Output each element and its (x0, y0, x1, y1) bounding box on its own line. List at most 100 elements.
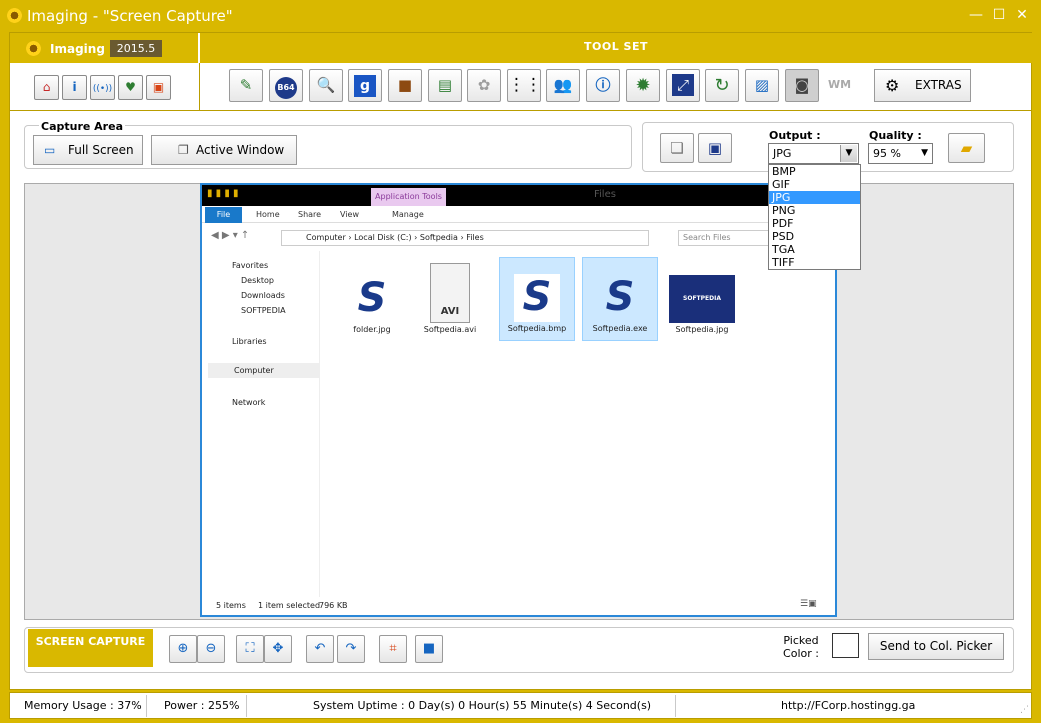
output-option-selected[interactable]: JPG (769, 191, 860, 204)
close-button[interactable]: ✕ (1011, 6, 1033, 24)
heart-button[interactable]: ♥ (118, 75, 143, 100)
view-toggle-icon[interactable]: ☰▣ (800, 599, 817, 609)
stop-button[interactable]: ■ (415, 635, 443, 663)
nav-libraries[interactable]: Libraries (232, 337, 267, 346)
resize-icon: ⤢ (672, 74, 694, 96)
zoom-out-button[interactable]: ⊖ (197, 635, 225, 663)
output-option[interactable]: PDF (769, 217, 860, 230)
extras-label: EXTRAS (915, 78, 962, 92)
toolbox-icon: ▣ (152, 80, 165, 94)
ribbon-file-tab[interactable]: File (205, 207, 242, 223)
active-window-button[interactable]: ❐ Active Window (151, 135, 297, 165)
title-bar: Imaging - "Screen Capture" — ☐ ✕ (0, 0, 1041, 32)
color-picker-tool[interactable]: ✎ (229, 69, 263, 102)
address-bar[interactable]: Computer › Local Disk (C:) › Softpedia ›… (281, 230, 649, 246)
grid-tool[interactable]: ⋮⋮⋮ (507, 69, 559, 102)
ribbon-manage-tab[interactable]: Manage (392, 210, 424, 219)
save-button[interactable]: ▣ (698, 133, 732, 163)
open-folder-button[interactable]: ▰ (948, 133, 985, 163)
info-button[interactable]: i (62, 75, 87, 100)
output-select[interactable]: JPG ▼ (768, 143, 859, 164)
ribbon-view-tab[interactable]: View (340, 210, 359, 219)
quality-chevron-down-icon[interactable]: ▼ (921, 144, 928, 163)
toolset-title: TOOL SET (200, 33, 1032, 63)
google-tool[interactable]: g (348, 69, 382, 102)
crop-icon: ⌗ (389, 641, 397, 656)
zoom-out-icon: ⊖ (205, 641, 217, 656)
resize-grip-icon[interactable]: ⋰ (1020, 705, 1029, 715)
zoom-in-button[interactable]: ⊕ (169, 635, 197, 663)
copy-button[interactable]: ❏ (660, 133, 694, 163)
settings-tool[interactable]: ✹ (626, 69, 660, 102)
send-to-color-picker-button[interactable]: Send to Col. Picker (868, 633, 1004, 660)
resize-tool[interactable]: ⤢ (666, 69, 700, 102)
quality-select[interactable]: 95 % ▼ (868, 143, 933, 164)
folder-icon: ▰ (960, 139, 973, 157)
nav-downloads[interactable]: Downloads (241, 291, 285, 300)
homepage-link[interactable]: http://FCorp.hostingg.ga (781, 699, 915, 712)
picked-color-swatch (832, 633, 859, 658)
output-option[interactable]: TGA (769, 243, 860, 256)
image-convert-tool[interactable]: ▤ (428, 69, 462, 102)
file-item-bmp[interactable]: S Softpedia.bmp (499, 257, 575, 341)
output-option[interactable]: BMP (769, 165, 860, 178)
main-panel: Imaging 2015.5 TOOL SET ⌂ i ((•)) ♥ ▣ ✎ … (9, 32, 1032, 690)
crumb-softpedia[interactable]: Softpedia (420, 233, 458, 242)
output-option[interactable]: TIFF (769, 256, 860, 269)
output-option[interactable]: GIF (769, 178, 860, 191)
redo-button[interactable]: ↷ (337, 635, 365, 663)
quality-label: Quality : (869, 129, 922, 142)
minimize-button[interactable]: — (965, 6, 987, 24)
full-screen-button[interactable]: ▭ Full Screen (33, 135, 143, 165)
tools-button[interactable]: ▣ (146, 75, 171, 100)
package-tool[interactable]: ■ (388, 69, 422, 102)
users-tool[interactable]: 👥 (546, 69, 580, 102)
base64-tool[interactable]: B64 (269, 69, 303, 102)
crop-button[interactable]: ⌗ (379, 635, 407, 663)
landscape-tool[interactable]: ▨ (745, 69, 779, 102)
application-tools-tab[interactable]: Application Tools (371, 188, 446, 206)
window-icon: ❐ (178, 143, 189, 157)
output-option[interactable]: PNG (769, 204, 860, 217)
fit-button[interactable]: ⛶ (236, 635, 264, 663)
softpedia-s-icon: S (514, 274, 560, 322)
nav-arrows-icon[interactable]: ◀ ▶ ▾ ↑ (211, 230, 249, 241)
softpedia-s-icon: S (349, 275, 395, 323)
ribbon-share-tab[interactable]: Share (298, 210, 321, 219)
info-circle-icon: ⓘ (595, 76, 611, 94)
nav-network[interactable]: Network (232, 398, 265, 407)
file-item-exe[interactable]: S Softpedia.exe (582, 257, 658, 341)
file-item-avi[interactable]: AVI Softpedia.avi (420, 263, 480, 337)
nav-desktop[interactable]: Desktop (241, 276, 274, 285)
nav-computer[interactable]: Computer (208, 363, 320, 378)
magnifier-tool[interactable]: 🔍 (309, 69, 343, 102)
chevron-down-icon[interactable]: ▼ (840, 145, 857, 162)
file-item-folder-jpg[interactable]: S folder.jpg (342, 275, 402, 337)
actual-size-button[interactable]: ✥ (264, 635, 292, 663)
explorer-quickaccess-icon: ▮ ▮ ▮ ▮ (207, 188, 239, 199)
undo-button[interactable]: ↶ (306, 635, 334, 663)
output-dropdown: BMP GIF JPG PNG PDF PSD TGA TIFF (768, 164, 861, 270)
nav-favorites[interactable]: Favorites (232, 261, 268, 270)
extras-button[interactable]: ⚙ EXTRAS (874, 69, 971, 102)
crumb-computer[interactable]: Computer (306, 233, 346, 242)
paint-tool[interactable]: ✿ (467, 69, 501, 102)
watermark-tool[interactable]: WM (828, 78, 851, 91)
magnifier-icon: 🔍 (316, 76, 336, 94)
about-tool[interactable]: ⓘ (586, 69, 620, 102)
explorer-titlebar: ▮ ▮ ▮ ▮ Files (202, 185, 835, 206)
screen-capture-button[interactable]: SCREEN CAPTURE (28, 629, 153, 667)
broadcast-button[interactable]: ((•)) (90, 75, 115, 100)
capture-preview: ▮ ▮ ▮ ▮ Files Application Tools File Hom… (24, 183, 1014, 620)
ribbon-home-tab[interactable]: Home (256, 210, 280, 219)
crumb-files[interactable]: Files (466, 233, 484, 242)
maximize-button[interactable]: ☐ (988, 6, 1010, 24)
refresh-tool[interactable]: ↻ (705, 69, 739, 102)
camera-tool[interactable]: ◙ (785, 69, 819, 102)
nav-softpedia[interactable]: SOFTPEDIA (241, 306, 286, 315)
home-button[interactable]: ⌂ (34, 75, 59, 100)
file-item-softpedia-jpg[interactable]: SOFTPEDIA Softpedia.jpg (668, 275, 736, 337)
fit-icon: ⛶ (245, 641, 255, 656)
output-option[interactable]: PSD (769, 230, 860, 243)
crumb-local-disk[interactable]: Local Disk (C:) (354, 233, 412, 242)
